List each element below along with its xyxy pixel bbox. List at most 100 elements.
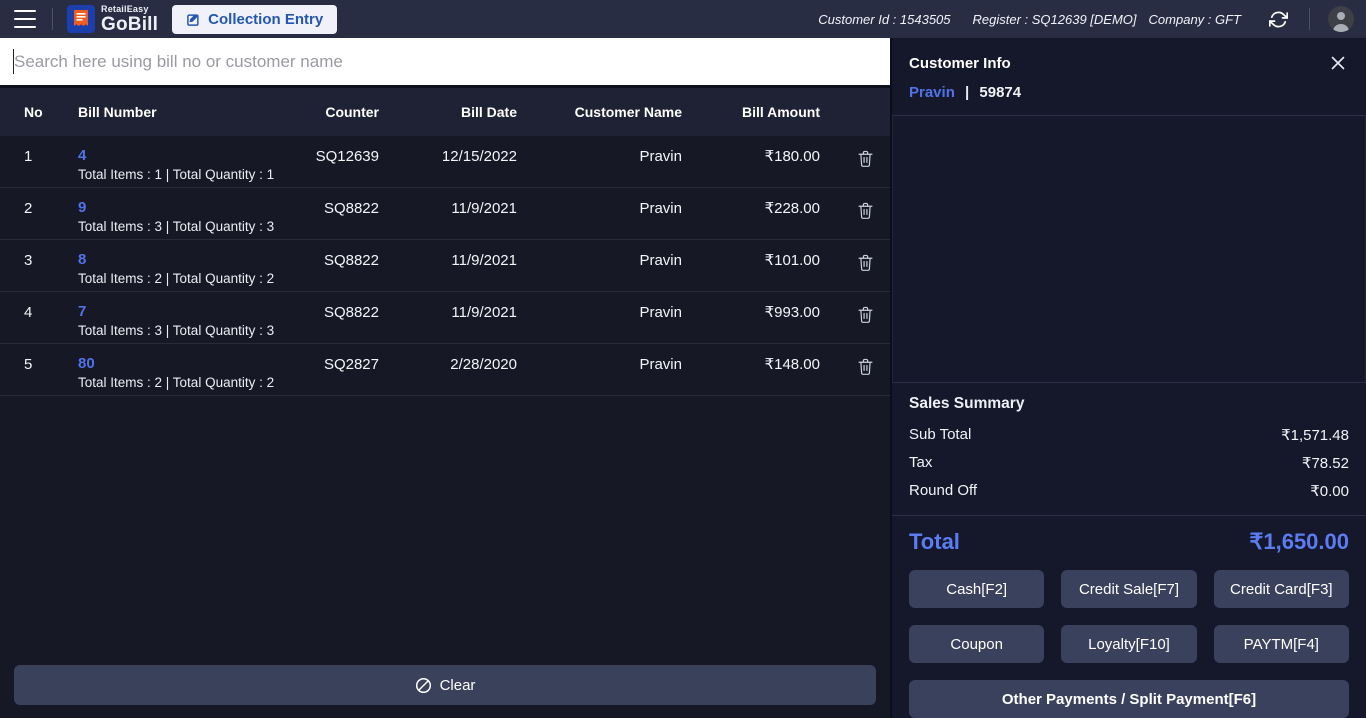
tab-collection-entry[interactable]: Collection Entry (172, 5, 337, 34)
total-section: Total ₹1,650.00 (892, 515, 1366, 568)
tax-label: Tax (909, 454, 932, 472)
row-customer-name: Pravin (517, 355, 682, 374)
table-row: 1 4 Total Items : 1 | Total Quantity : 1… (0, 136, 890, 188)
row-no: 4 (0, 303, 64, 322)
row-bill-amount: ₹101.00 (682, 251, 820, 270)
delete-bill-icon[interactable] (855, 251, 876, 274)
coupon-button[interactable]: Coupon (909, 625, 1044, 663)
row-bill-date: 12/15/2022 (379, 147, 517, 166)
customer-details-empty (892, 115, 1366, 382)
text-caret (13, 49, 14, 74)
table-row: 5 80 Total Items : 2 | Total Quantity : … (0, 344, 890, 396)
header-bill-number: Bill Number (64, 104, 289, 120)
table-header: No Bill Number Counter Bill Date Custome… (0, 88, 890, 136)
row-no: 2 (0, 199, 64, 218)
row-no: 5 (0, 355, 64, 374)
user-avatar-icon[interactable] (1328, 6, 1354, 32)
total-label: Total (909, 529, 960, 555)
subtotal-label: Sub Total (909, 426, 971, 444)
topbar-divider (52, 8, 53, 30)
search-input[interactable] (0, 38, 890, 85)
row-counter: SQ8822 (289, 303, 379, 322)
row-customer-name: Pravin (517, 199, 682, 218)
subtotal-value: ₹1,571.48 (1281, 426, 1349, 444)
payment-panel: Customer Info Pravin | 59874 Sales Summa… (890, 38, 1366, 718)
bill-details: Total Items : 3 | Total Quantity : 3 (78, 323, 289, 338)
header-bill-amount: Bill Amount (682, 104, 820, 120)
table-row: 4 7 Total Items : 3 | Total Quantity : 3… (0, 292, 890, 344)
header-no: No (0, 104, 64, 120)
customer-separator: | (965, 84, 969, 101)
row-customer-name: Pravin (517, 303, 682, 322)
clear-button-label: Clear (440, 677, 476, 694)
bill-number-link[interactable]: 8 (78, 251, 289, 269)
logo-receipt-icon (67, 5, 95, 33)
row-counter: SQ2827 (289, 355, 379, 374)
menu-icon[interactable] (12, 9, 38, 29)
row-counter: SQ8822 (289, 251, 379, 270)
clear-button[interactable]: Clear (14, 665, 876, 705)
row-counter: SQ8822 (289, 199, 379, 218)
bill-details: Total Items : 3 | Total Quantity : 3 (78, 219, 289, 234)
roundoff-value: ₹0.00 (1310, 482, 1349, 500)
sales-summary-section: Sales Summary Sub Total ₹1,571.48 Tax ₹7… (892, 382, 1366, 515)
row-bill-date: 11/9/2021 (379, 251, 517, 270)
paytm-button[interactable]: PAYTM[F4] (1214, 625, 1349, 663)
search-bar (0, 38, 890, 85)
payment-buttons: Cash[F2] Credit Sale[F7] Credit Card[F3]… (892, 568, 1366, 663)
bill-number-link[interactable]: 80 (78, 355, 289, 373)
brand-name-top: RetailEasy (101, 5, 158, 14)
total-value: ₹1,650.00 (1249, 529, 1349, 555)
delete-bill-icon[interactable] (855, 355, 876, 378)
bill-details: Total Items : 2 | Total Quantity : 2 (78, 375, 289, 390)
tax-value: ₹78.52 (1302, 454, 1349, 472)
summary-row: Round Off ₹0.00 (909, 477, 1349, 505)
credit-card-button[interactable]: Credit Card[F3] (1214, 570, 1349, 608)
company-text: Company : GFT (1149, 12, 1241, 27)
header-bill-date: Bill Date (379, 104, 517, 120)
row-customer-name: Pravin (517, 251, 682, 270)
refresh-icon[interactable] (1263, 10, 1293, 29)
bill-details: Total Items : 1 | Total Quantity : 1 (78, 167, 289, 182)
bill-number-link[interactable]: 4 (78, 147, 289, 165)
table-empty-area (0, 396, 890, 665)
delete-bill-icon[interactable] (855, 147, 876, 170)
row-bill-amount: ₹228.00 (682, 199, 820, 218)
cash-button[interactable]: Cash[F2] (909, 570, 1044, 608)
customer-id-text: Customer Id : 1543505 (818, 12, 950, 27)
row-no: 1 (0, 147, 64, 166)
customer-number: 59874 (979, 84, 1021, 101)
summary-row: Tax ₹78.52 (909, 449, 1349, 477)
credit-sale-button[interactable]: Credit Sale[F7] (1061, 570, 1196, 608)
close-icon[interactable] (1327, 52, 1349, 74)
customer-info-title: Customer Info (909, 55, 1011, 72)
register-text: Register : SQ12639 [DEMO] (973, 12, 1137, 27)
row-bill-amount: ₹993.00 (682, 303, 820, 322)
row-bill-date: 11/9/2021 (379, 199, 517, 218)
customer-name: Pravin (909, 84, 955, 101)
tab-label: Collection Entry (208, 11, 323, 28)
header-customer-name: Customer Name (517, 104, 682, 120)
bill-number-link[interactable]: 9 (78, 199, 289, 217)
other-payments-button[interactable]: Other Payments / Split Payment[F6] (909, 680, 1349, 718)
delete-bill-icon[interactable] (855, 199, 876, 222)
table-row: 3 8 Total Items : 2 | Total Quantity : 2… (0, 240, 890, 292)
delete-bill-icon[interactable] (855, 303, 876, 326)
bill-details: Total Items : 2 | Total Quantity : 2 (78, 271, 289, 286)
table-row: 2 9 Total Items : 3 | Total Quantity : 3… (0, 188, 890, 240)
row-bill-date: 2/28/2020 (379, 355, 517, 374)
row-no: 3 (0, 251, 64, 270)
row-bill-amount: ₹180.00 (682, 147, 820, 166)
loyalty-button[interactable]: Loyalty[F10] (1061, 625, 1196, 663)
bills-section: No Bill Number Counter Bill Date Custome… (0, 38, 890, 718)
customer-info-header: Customer Info Pravin | 59874 (892, 38, 1366, 115)
customer-summary: Pravin | 59874 (909, 84, 1349, 115)
topbar: RetailEasy GoBill Collection Entry Custo… (0, 0, 1366, 38)
ban-icon (415, 677, 432, 694)
app-logo: RetailEasy GoBill (67, 5, 158, 34)
row-customer-name: Pravin (517, 147, 682, 166)
row-bill-date: 11/9/2021 (379, 303, 517, 322)
row-bill-amount: ₹148.00 (682, 355, 820, 374)
bill-number-link[interactable]: 7 (78, 303, 289, 321)
main-area: No Bill Number Counter Bill Date Custome… (0, 38, 1366, 718)
